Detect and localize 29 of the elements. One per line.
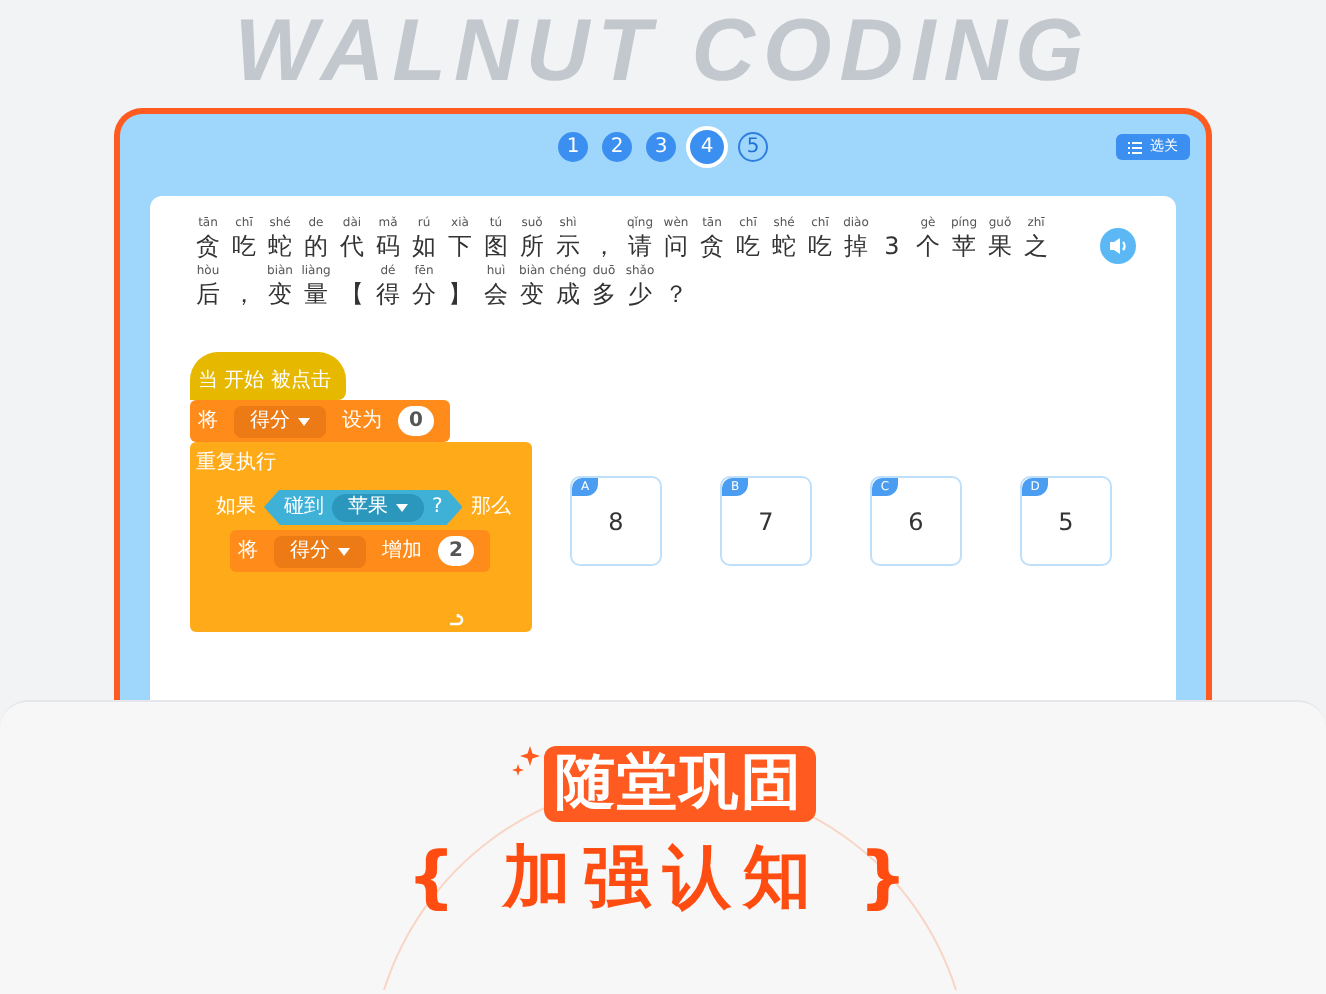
caret-icon (298, 417, 310, 425)
number-input[interactable]: 2 (438, 536, 474, 566)
block-label: 重复执行 (196, 449, 276, 478)
banner-subtitle: { 加强认知 } (406, 838, 920, 918)
sparkle-icon (511, 746, 539, 778)
block-label: 将 (238, 538, 258, 566)
block-label: 如果 (216, 494, 256, 522)
caret-icon (396, 503, 408, 511)
step-indicator[interactable]: 4 (690, 130, 724, 164)
sensing-block[interactable]: 碰到 苹果 ? (264, 489, 463, 525)
step-indicator[interactable]: 3 (646, 132, 676, 162)
block-label: 那么 (470, 494, 511, 522)
number-input[interactable]: 0 (398, 406, 434, 436)
block-label: 增加 (382, 537, 422, 566)
step-indicator[interactable]: 5 (738, 132, 768, 162)
step-indicator[interactable]: 1 (558, 132, 588, 162)
block-label: 设为 (342, 407, 382, 436)
sprite-dropdown[interactable]: 苹果 (332, 493, 424, 521)
block-label: ? (432, 494, 443, 522)
banner-title: 随堂巩固 (543, 746, 815, 822)
list-icon (1128, 141, 1142, 153)
caret-icon (338, 547, 350, 555)
variable-dropdown[interactable]: 得分 (274, 535, 366, 567)
block-label: 将 (198, 408, 218, 436)
block-label: 当 开始 被点击 (198, 367, 331, 395)
speaker-icon[interactable] (1100, 228, 1136, 264)
variable-dropdown[interactable]: 得分 (234, 405, 326, 437)
step-indicator[interactable]: 2 (602, 132, 632, 162)
block-label: 碰到 (284, 494, 324, 522)
